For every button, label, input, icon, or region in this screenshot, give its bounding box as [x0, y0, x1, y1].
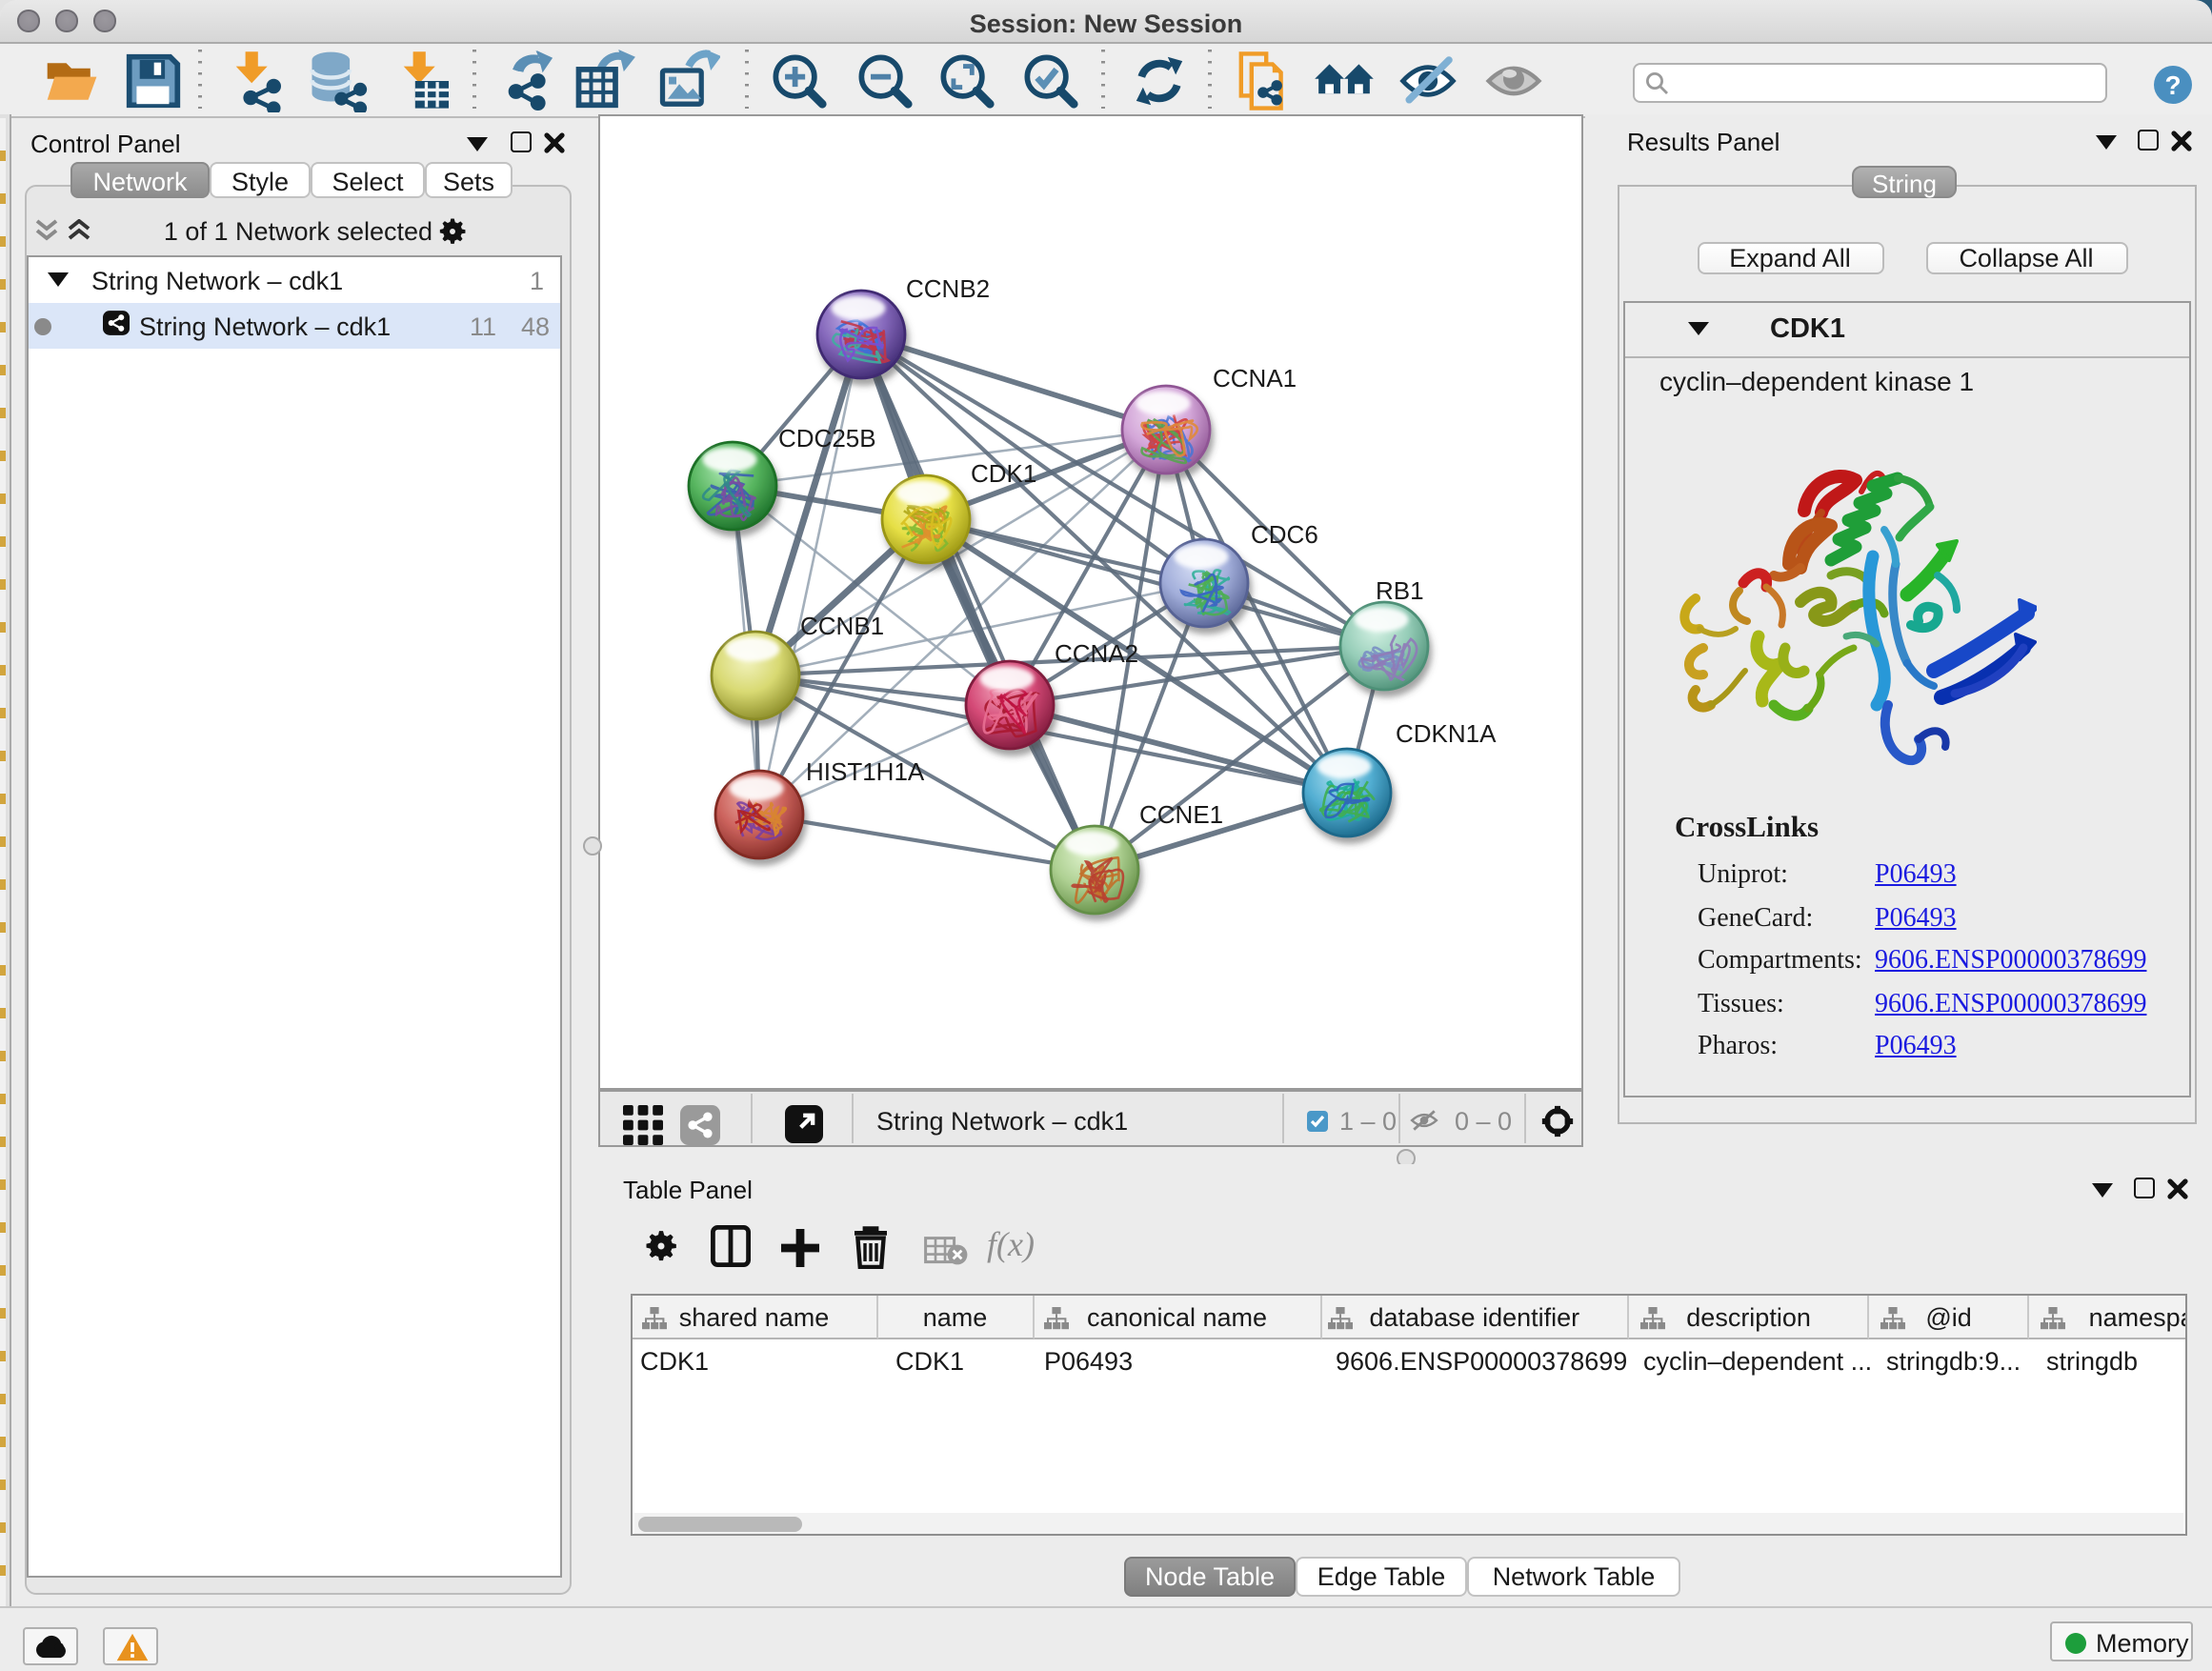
svg-text:HIST1H1A: HIST1H1A	[806, 757, 925, 786]
svg-text:CDC25B: CDC25B	[778, 424, 876, 453]
svg-text:RB1: RB1	[1376, 576, 1424, 605]
svg-text:CCNB1: CCNB1	[800, 612, 884, 640]
svg-text:CCNE1: CCNE1	[1139, 800, 1223, 829]
svg-text:CCNA1: CCNA1	[1213, 364, 1297, 393]
svg-text:?: ?	[2164, 70, 2181, 99]
svg-text:CCNA2: CCNA2	[1055, 639, 1138, 668]
svg-text:CCNB2: CCNB2	[906, 274, 990, 303]
svg-text:CDK1: CDK1	[971, 459, 1036, 488]
svg-text:CDC6: CDC6	[1251, 520, 1318, 549]
svg-text:CDKN1A: CDKN1A	[1396, 719, 1497, 748]
